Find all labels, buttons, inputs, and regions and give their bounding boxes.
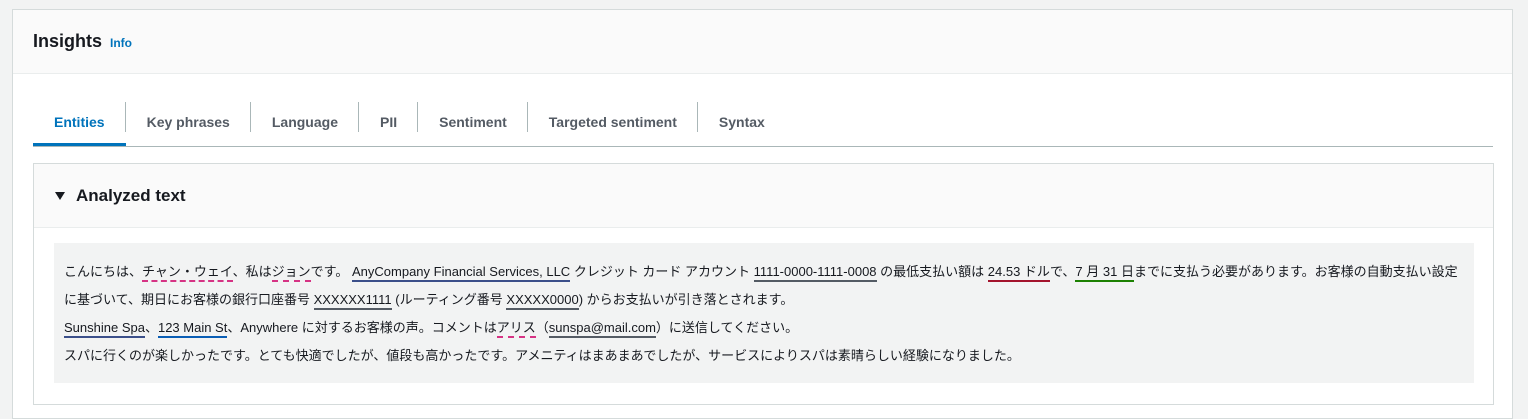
tab-entities[interactable]: Entities <box>33 99 126 146</box>
text-segment: （ <box>535 320 549 335</box>
entity-quantity[interactable]: 24.53 ドル <box>987 264 1050 282</box>
text-paragraph-2: Sunshine Spa、123 Main St、Anywhere に対するお客… <box>64 314 1464 342</box>
text-segment: クレジット カード アカウント <box>570 264 754 279</box>
analyzed-text-toggle[interactable]: Analyzed text <box>34 164 1493 228</box>
entity-organization[interactable]: Sunshine Spa <box>64 320 145 338</box>
tab-label: Targeted sentiment <box>548 114 677 130</box>
entity-person[interactable]: チャン・ウェイ <box>142 264 233 282</box>
panel-header: Insights Info <box>13 10 1512 74</box>
section-title: Analyzed text <box>76 185 186 205</box>
text-paragraph-1: こんにちは、チャン・ウェイ、私はジョンです。 AnyCompany Financ… <box>64 258 1464 314</box>
entity-other[interactable]: sunspa@mail.com <box>548 320 656 338</box>
text-segment: こんにちは、 <box>64 264 143 279</box>
entity-other[interactable]: 1111-0000-1111-0008 <box>753 264 877 282</box>
tab-label: PII <box>379 114 398 130</box>
entity-date[interactable]: 7 月 31 日 <box>1075 264 1134 282</box>
entity-other[interactable]: XXXXX0000 <box>506 292 579 310</box>
tab-syntax[interactable]: Syntax <box>698 99 786 145</box>
text-segment: ) からお支払いが引き落とされます。 <box>578 292 794 307</box>
text-segment: です。 <box>310 264 352 279</box>
tab-label: Language <box>271 114 338 130</box>
text-segment: ）に送信してください。 <box>655 320 799 335</box>
analyzed-text-box: こんにちは、チャン・ウェイ、私はジョンです。 AnyCompany Financ… <box>54 243 1474 383</box>
text-segment: 、Anywhere に対するお客様の声。コメントは <box>227 320 497 335</box>
tab-language[interactable]: Language <box>251 99 359 145</box>
info-link[interactable]: Info <box>110 36 132 50</box>
tab-label: Key phrases <box>146 114 230 130</box>
insights-panel: Insights Info Entities Key phrases Langu… <box>12 9 1513 419</box>
text-segment: (ルーティング番号 <box>391 292 507 307</box>
text-segment: 、 <box>144 320 158 335</box>
tab-pii[interactable]: PII <box>359 99 419 145</box>
text-segment: 、私は <box>232 264 272 279</box>
entity-organization[interactable]: AnyCompany Financial Services, LLC <box>351 264 571 282</box>
entity-other[interactable]: XXXXXX1111 <box>313 292 392 310</box>
tab-sentiment[interactable]: Sentiment <box>418 99 528 145</box>
entity-location[interactable]: 123 Main St <box>157 320 228 338</box>
analyzed-text-section: Analyzed text こんにちは、チャン・ウェイ、私はジョンです。 Any… <box>33 163 1494 405</box>
panel-title: Insights <box>33 31 103 51</box>
text-segment: で、 <box>1049 264 1076 279</box>
entity-person[interactable]: アリス <box>496 320 536 338</box>
tab-key-phrases[interactable]: Key phrases <box>126 99 251 145</box>
entity-person[interactable]: ジョン <box>271 264 311 282</box>
text-paragraph-3: スパに行くのが楽しかったです。とても快適でしたが、値段も高かったです。アメニティ… <box>64 348 1020 363</box>
tab-bar: Entities Key phrases Language PII Sentim… <box>33 99 1493 147</box>
tab-targeted-sentiment[interactable]: Targeted sentiment <box>528 99 698 145</box>
text-segment: の最低支払い額は <box>876 264 988 279</box>
tab-label: Entities <box>54 114 105 130</box>
caret-down-icon <box>55 191 65 200</box>
tab-label: Sentiment <box>439 114 507 130</box>
tab-label: Syntax <box>718 114 765 130</box>
